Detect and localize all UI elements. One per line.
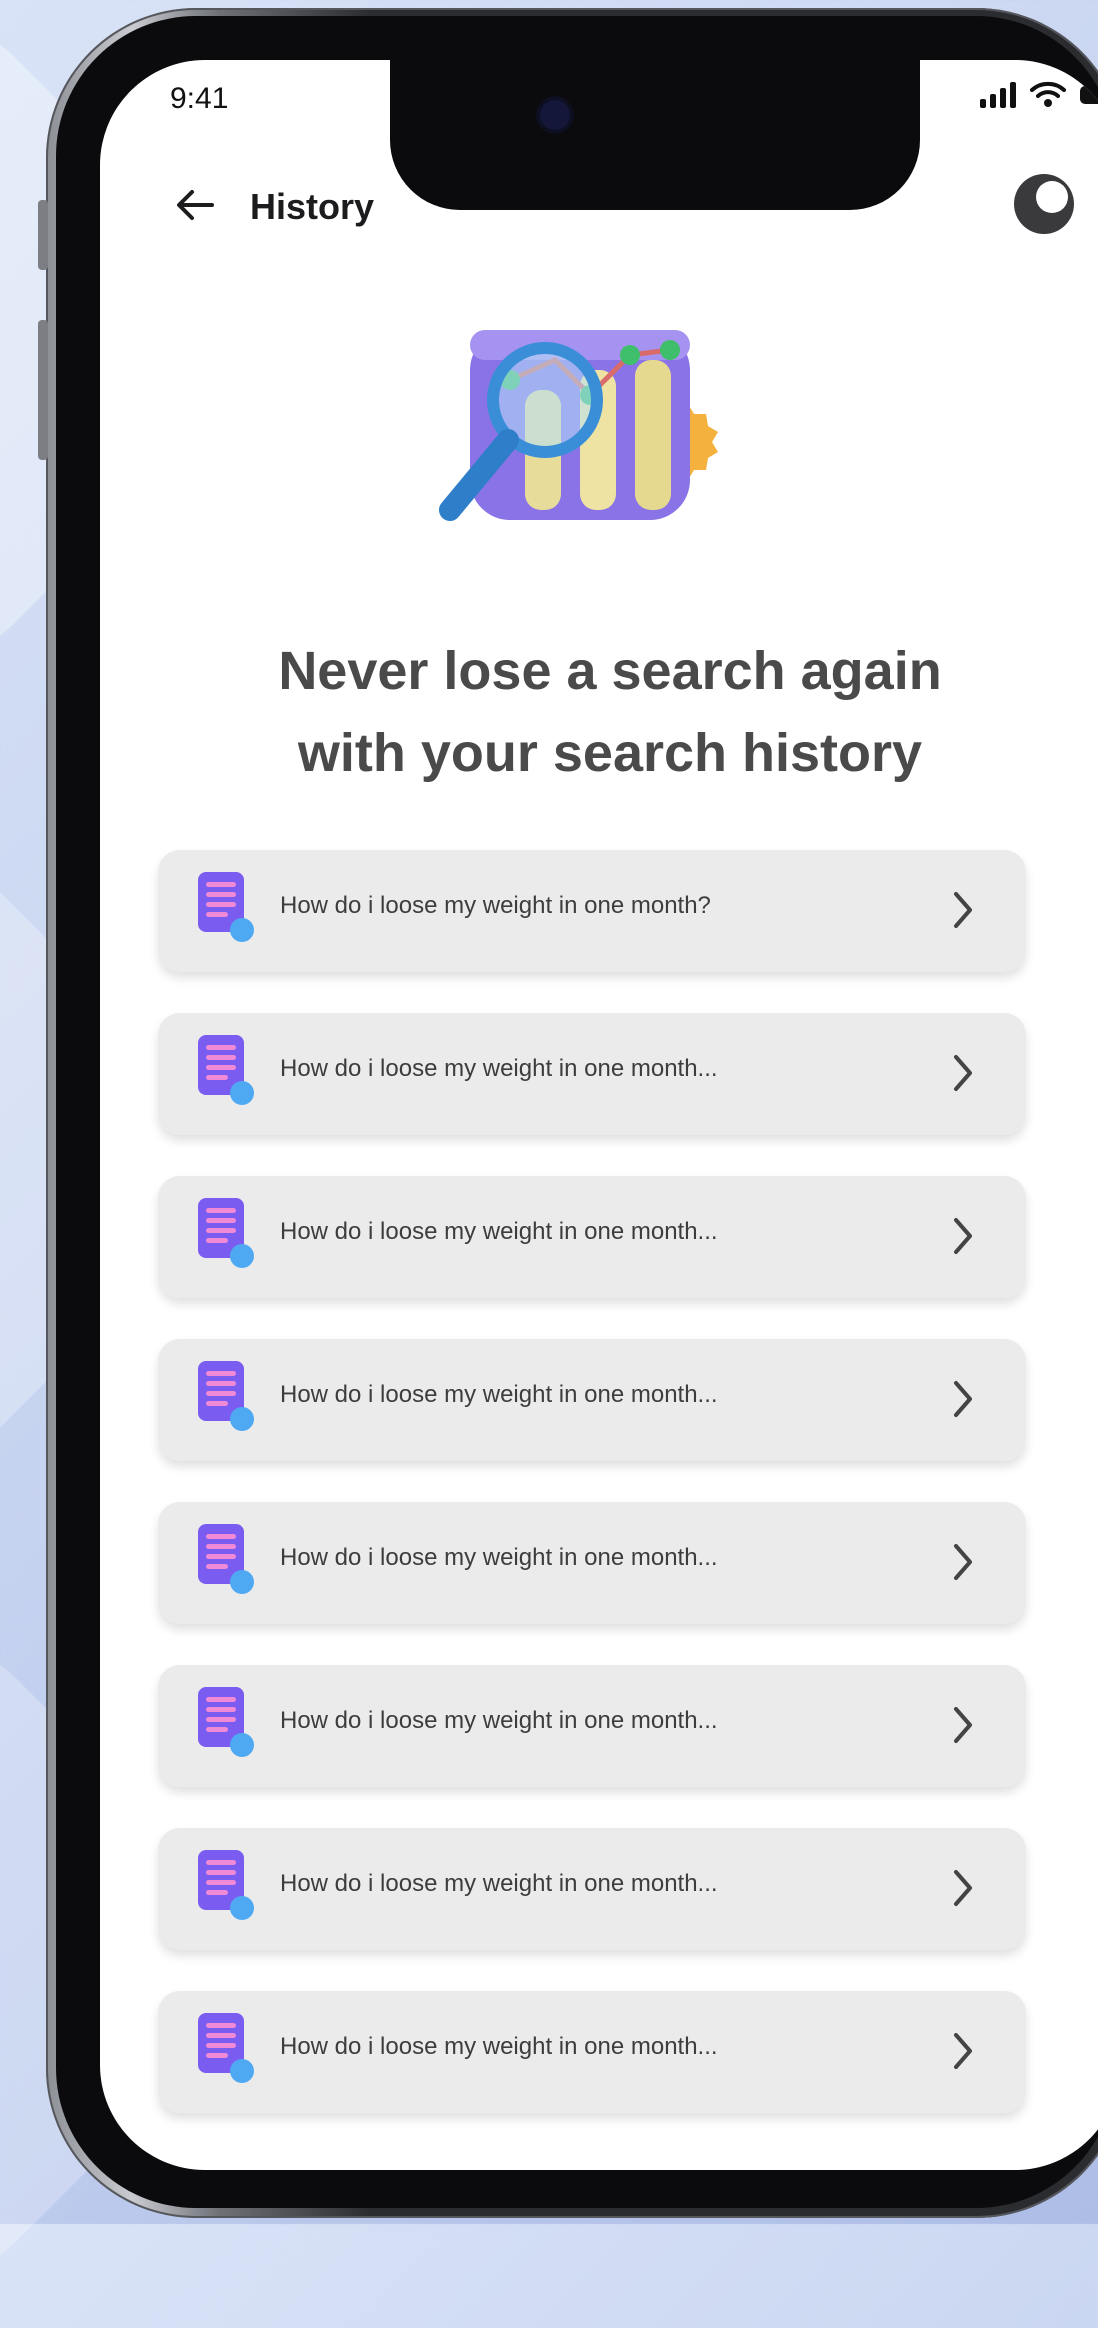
back-arrow-icon[interactable] [170,180,220,230]
chevron-right-icon [954,1707,972,1743]
history-item[interactable]: How do i loose my weight in one month... [158,1828,1026,1950]
history-item-text: How do i loose my weight in one month... [280,2033,718,2060]
history-item[interactable]: How do i loose my weight in one month... [158,1339,1026,1461]
chevron-right-icon [954,2033,972,2069]
chevron-right-icon [954,1381,972,1417]
history-item-text: How do i loose my weight in one month... [280,1707,718,1734]
document-search-icon [198,1035,254,1105]
history-item[interactable]: How do i loose my weight in one month... [158,1502,1026,1624]
headline: Never lose a search again with your sear… [140,630,1080,794]
document-search-icon [198,872,254,942]
signal-icon [980,82,1016,108]
history-item-text: How do i loose my weight in one month... [280,1870,718,1897]
document-search-icon [198,1524,254,1594]
half-moon-icon[interactable] [1004,164,1084,244]
document-search-icon [198,1850,254,1920]
history-list: How do i loose my weight in one month? H… [158,850,1026,2154]
history-item-text: How do i loose my weight in one month... [280,1544,718,1571]
chevron-right-icon [954,1870,972,1906]
chevron-right-icon [954,1218,972,1254]
wifi-icon [1030,81,1066,107]
document-search-icon [198,1361,254,1431]
document-search-icon [198,1198,254,1268]
history-item-text: How do i loose my weight in one month? [280,892,711,919]
status-icons [980,80,1098,108]
search-analytics-illustration [439,330,718,521]
phone-screen: 9:41 History Never lose a search again w… [100,60,1098,2170]
chevron-right-icon [954,1544,972,1580]
history-item[interactable]: How do i loose my weight in one month? [158,850,1026,972]
camera-icon [540,100,570,130]
history-item-text: How do i loose my weight in one month... [280,1218,718,1245]
phone-side-button [38,320,48,460]
page-title: History [250,186,375,227]
history-item[interactable]: How do i loose my weight in one month... [158,1176,1026,1298]
document-search-icon [198,1687,254,1757]
chevron-right-icon [954,892,972,928]
phone-side-button [38,200,48,270]
history-item-text: How do i loose my weight in one month... [280,1381,718,1408]
status-time: 9:41 [170,82,229,115]
headline-line-2: with your search history [297,723,923,783]
document-search-icon [198,2013,254,2083]
app-header: History [170,162,1074,252]
history-item-text: How do i loose my weight in one month... [280,1055,718,1082]
chevron-right-icon [954,1055,972,1091]
history-item[interactable]: How do i loose my weight in one month... [158,1991,1026,2113]
headline-line-1: Never lose a search again [278,641,942,701]
history-item[interactable]: How do i loose my weight in one month... [158,1665,1026,1787]
history-item[interactable]: How do i loose my weight in one month... [158,1013,1026,1135]
battery-icon [1080,86,1098,104]
